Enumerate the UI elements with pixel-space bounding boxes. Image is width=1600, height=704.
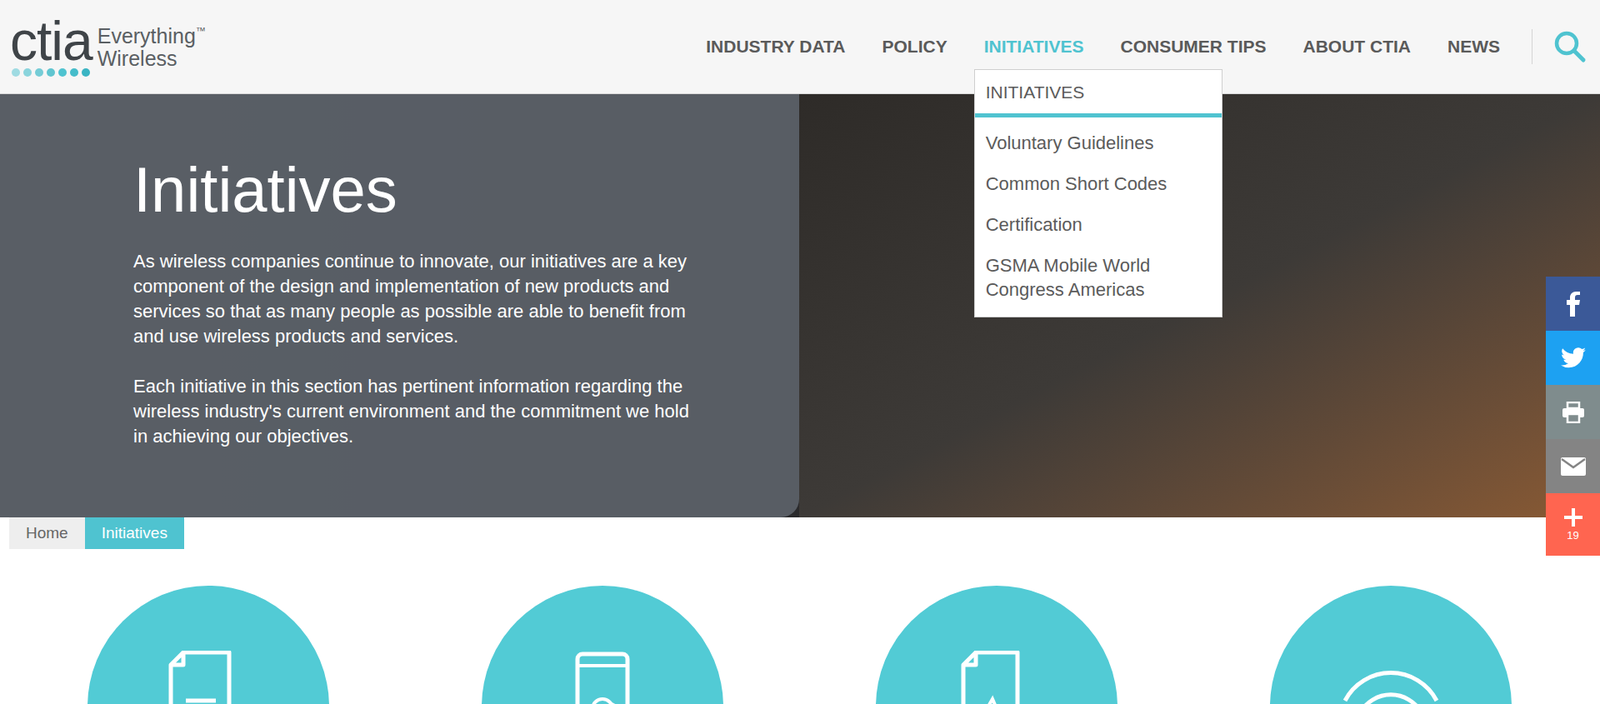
- logo-dot: [35, 68, 44, 77]
- trademark: ™: [195, 25, 206, 37]
- initiative-circle[interactable]: [481, 585, 724, 704]
- certification-icon: [950, 650, 1043, 704]
- logo-tagline-bottom: Wireless: [97, 47, 206, 70]
- dropdown-item[interactable]: Common Short Codes: [975, 163, 1222, 205]
- email-icon[interactable]: [1545, 439, 1600, 494]
- wireless-icon: [1336, 650, 1445, 704]
- more-share-button[interactable]: 19: [1545, 493, 1600, 556]
- dropdown-header[interactable]: INITIATIVES: [975, 70, 1222, 118]
- main-nav: INDUSTRY DATA POLICY INITIATIVESINITIATIVE…: [705, 0, 1500, 95]
- dropdown-item[interactable]: Voluntary Guidelines: [975, 122, 1222, 164]
- breadcrumb-item[interactable]: Home: [9, 517, 85, 550]
- share-bar: 19: [1545, 276, 1600, 556]
- facebook-icon[interactable]: [1545, 276, 1600, 331]
- share-count: 19: [1566, 530, 1579, 542]
- nav-divider: [1531, 29, 1533, 65]
- logo-dot: [11, 68, 20, 77]
- site-header: ctiaEverything™ Wireless INDUSTRY DATA POLI…: [0, 0, 1600, 95]
- logo-dot: [46, 68, 55, 77]
- nav-item[interactable]: INDUSTRY DATA: [705, 0, 845, 95]
- nav-item[interactable]: POLICY: [882, 0, 948, 95]
- print-icon[interactable]: [1545, 385, 1600, 440]
- logo-wordmark: ctia: [10, 16, 93, 65]
- nav-item[interactable]: NEWS: [1447, 0, 1500, 95]
- guidelines-icon: [162, 650, 255, 704]
- hero-paragraph: As wireless companies continue to innova…: [133, 249, 709, 350]
- logo-dot: [81, 68, 90, 77]
- initiative-circles: [0, 585, 1600, 704]
- hero: Initiatives As wireless companies continu…: [0, 94, 1600, 518]
- logo-tagline-top: Everything: [97, 25, 196, 48]
- dropdown-item[interactable]: GSMA Mobile World Congress Americas: [975, 245, 1222, 310]
- search-icon[interactable]: [1552, 29, 1588, 65]
- logo-dot: [70, 68, 79, 77]
- twitter-icon[interactable]: [1545, 330, 1600, 385]
- initiative-circle[interactable]: [875, 585, 1118, 704]
- hero-title: Initiatives: [133, 152, 700, 228]
- dropdown-item[interactable]: Certification: [975, 204, 1222, 245]
- hero-paragraph: Each initiative in this section has pert…: [133, 374, 709, 450]
- hero-text-panel: Initiatives As wireless companies continu…: [0, 94, 800, 518]
- plus-icon: [1564, 508, 1583, 527]
- logo-dot: [23, 68, 32, 77]
- initiative-circle[interactable]: [1270, 585, 1512, 704]
- initiative-circle[interactable]: [87, 585, 330, 704]
- breadcrumb: HomeInitiatives: [0, 517, 1600, 550]
- nav-item[interactable]: INITIATIVESINITIATIVESVoluntary Guidelin…: [984, 0, 1085, 95]
- nav-item[interactable]: ABOUT CTIA: [1303, 0, 1412, 95]
- ctia-logo[interactable]: ctiaEverything™ Wireless: [0, 16, 206, 77]
- breadcrumb-item[interactable]: Initiatives: [85, 517, 185, 550]
- initiatives-dropdown: INITIATIVESVoluntary GuidelinesCommon Sh…: [974, 69, 1223, 318]
- logo-dot: [58, 68, 67, 77]
- short-codes-icon: [556, 650, 649, 704]
